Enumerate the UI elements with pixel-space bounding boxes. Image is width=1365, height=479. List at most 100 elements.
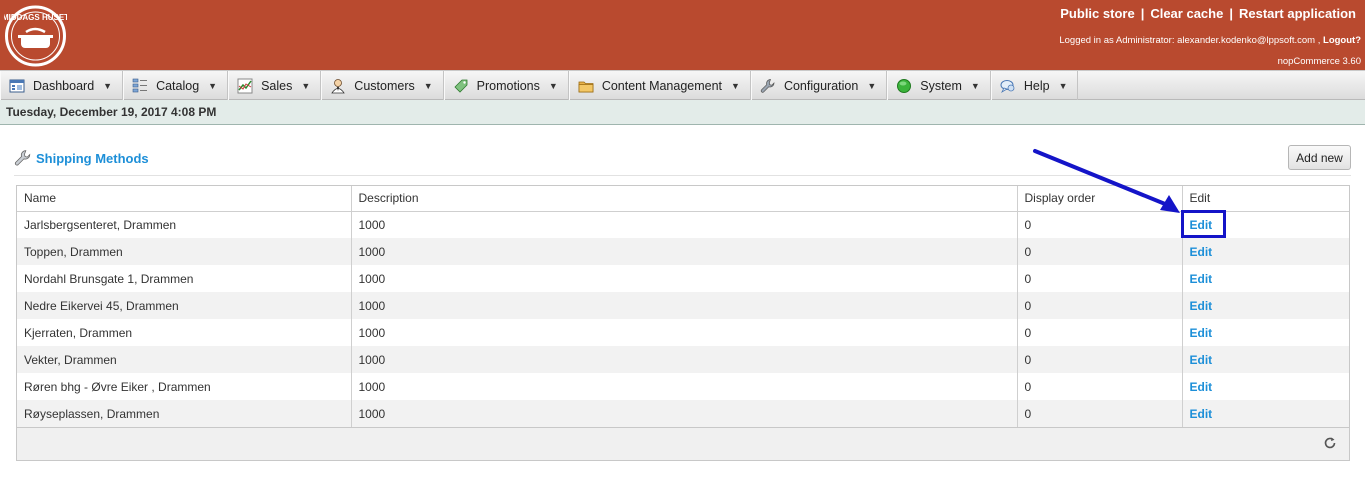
column-header-name[interactable]: Name: [17, 186, 352, 212]
menu-label: Help: [1023, 78, 1050, 93]
public-store-link[interactable]: Public store: [1060, 6, 1134, 21]
menu-help[interactable]: Help ▼: [990, 71, 1079, 100]
login-info: Logged in as Administrator: alexander.ko…: [1059, 35, 1361, 46]
annotation-arrow-icon: [1033, 149, 1180, 213]
version-label: nopCommerce 3.60: [1277, 56, 1361, 67]
edit-link[interactable]: Edit: [1190, 326, 1213, 340]
menu-customers[interactable]: Customers ▼: [321, 71, 444, 100]
green-circle-icon: [897, 78, 912, 93]
menu-content-management[interactable]: Content Management ▼: [568, 71, 751, 100]
cell-display-order: 0: [1017, 292, 1183, 319]
menu-label: Content Management: [601, 78, 723, 93]
edit-link[interactable]: Edit: [1190, 353, 1213, 367]
grid-pager: [17, 427, 1349, 460]
cell-description: 1000: [351, 400, 1018, 427]
chevron-down-icon: ▼: [103, 80, 113, 91]
cell-display-order: 0: [1017, 238, 1183, 265]
chevron-down-icon: ▼: [731, 80, 740, 91]
cell-description: 1000: [351, 292, 1018, 319]
menu-sales[interactable]: Sales ▼: [228, 71, 322, 100]
menu-label: Catalog: [156, 78, 200, 93]
middags-huset-logo[interactable]: MIDDAGS HUSET: [4, 5, 67, 67]
edit-link[interactable]: Edit: [1190, 272, 1213, 286]
cell-edit: Edit: [1182, 373, 1349, 400]
app-header: MIDDAGS HUSET Public store | Clear cache | R…: [0, 0, 1365, 70]
cell-description: 1000: [351, 319, 1018, 346]
menu-catalog[interactable]: Catalog ▼: [123, 71, 229, 100]
menu-label: Promotions: [476, 78, 540, 93]
chevron-down-icon: ▼: [423, 80, 433, 91]
cell-display-order: 0: [1017, 373, 1183, 400]
cell-name: Nordahl Brunsgate 1, Drammen: [17, 265, 352, 292]
add-new-button[interactable]: Add new: [1288, 145, 1351, 170]
cell-display-order: 0: [1017, 319, 1183, 346]
link-separator: |: [1140, 6, 1145, 21]
menu-label: Customers: [354, 78, 415, 93]
cell-description: 1000: [351, 346, 1018, 373]
main-menu: Dashboard ▼ Catalog ▼ Sales ▼ Customers …: [0, 70, 1365, 100]
cell-description: 1000: [351, 238, 1018, 265]
date-bar: Tuesday, December 19, 2017 4:08 PM: [0, 100, 1365, 125]
promotions-tag-icon: [454, 79, 468, 93]
menu-configuration[interactable]: Configuration ▼: [750, 71, 888, 100]
customers-icon: [331, 78, 346, 93]
edit-link[interactable]: Edit: [1190, 299, 1213, 313]
chevron-down-icon: ▼: [208, 80, 218, 91]
sales-chart-icon: [237, 78, 253, 93]
top-links: Public store | Clear cache | Restart applica…: [1060, 6, 1356, 21]
wrench-icon: [760, 78, 775, 93]
edit-link[interactable]: Edit: [1190, 380, 1213, 394]
cell-name: Nedre Eikervei 45, Drammen: [17, 292, 352, 319]
cell-description: 1000: [351, 265, 1018, 292]
link-separator: |: [1229, 6, 1233, 21]
table-row: Nordahl Brunsgate 1, Drammen 1000 0 Edit: [17, 265, 1349, 292]
shipping-methods-grid: Name Description Display order Edit Jarl…: [16, 185, 1350, 461]
table-row: Toppen, Drammen 1000 0 Edit: [17, 238, 1349, 265]
cell-edit: Edit: [1182, 238, 1349, 265]
table-row: Nedre Eikervei 45, Drammen 1000 0 Edit: [17, 292, 1349, 319]
cell-edit: Edit: [1182, 265, 1349, 292]
chevron-down-icon: ▼: [301, 80, 311, 91]
cell-edit: Edit: [1182, 319, 1349, 346]
cell-display-order: 0: [1017, 400, 1183, 427]
cell-name: Vekter, Drammen: [17, 346, 352, 373]
cell-name: Toppen, Drammen: [17, 238, 352, 265]
dashboard-icon: [9, 79, 25, 92]
edit-link[interactable]: Edit: [1190, 407, 1213, 421]
menu-label: Sales: [261, 78, 293, 93]
cell-edit: Edit: [1182, 400, 1349, 427]
table-row: Vekter, Drammen 1000 0 Edit: [17, 346, 1349, 373]
restart-application-link[interactable]: Restart application: [1239, 6, 1356, 21]
menu-label: Dashboard: [33, 78, 95, 93]
help-chat-icon: [1000, 79, 1015, 93]
logged-in-text: Logged in as Administrator: alexander.ko…: [1059, 35, 1321, 46]
cell-description: 1000: [351, 373, 1018, 400]
clear-cache-link[interactable]: Clear cache: [1150, 6, 1223, 21]
catalog-icon: [132, 78, 148, 92]
refresh-icon[interactable]: [1323, 436, 1337, 450]
menu-dashboard[interactable]: Dashboard ▼: [0, 71, 124, 100]
wrench-icon: [14, 150, 31, 166]
cell-edit: Edit: [1182, 292, 1349, 319]
cell-description: 1000: [351, 211, 1018, 238]
edit-link[interactable]: Edit: [1190, 245, 1213, 259]
cell-display-order: 0: [1017, 346, 1183, 373]
shipping-methods-table: Name Description Display order Edit Jarl…: [17, 186, 1349, 427]
cell-name: Jarlsbergsenteret, Drammen: [17, 211, 352, 238]
cell-edit: Edit: [1182, 346, 1349, 373]
chevron-down-icon: ▼: [548, 80, 558, 91]
cell-name: Røren bhg - Øvre Eiker , Drammen: [17, 373, 352, 400]
cell-name: Røyseplassen, Drammen: [17, 400, 352, 427]
chevron-down-icon: ▼: [970, 80, 980, 91]
chevron-down-icon: ▼: [867, 80, 877, 91]
menu-promotions[interactable]: Promotions ▼: [443, 71, 569, 100]
menu-label: System: [920, 78, 962, 93]
page-title-text: Shipping Methods: [36, 150, 149, 166]
column-header-description[interactable]: Description: [351, 186, 1018, 212]
folder-icon: [578, 81, 594, 92]
table-row: Røren bhg - Øvre Eiker , Drammen 1000 0 Edi…: [17, 373, 1349, 400]
menu-system[interactable]: System ▼: [887, 71, 991, 100]
menu-spacer: [1078, 71, 1365, 99]
cell-display-order: 0: [1017, 265, 1183, 292]
logout-link[interactable]: Logout?: [1323, 35, 1361, 46]
